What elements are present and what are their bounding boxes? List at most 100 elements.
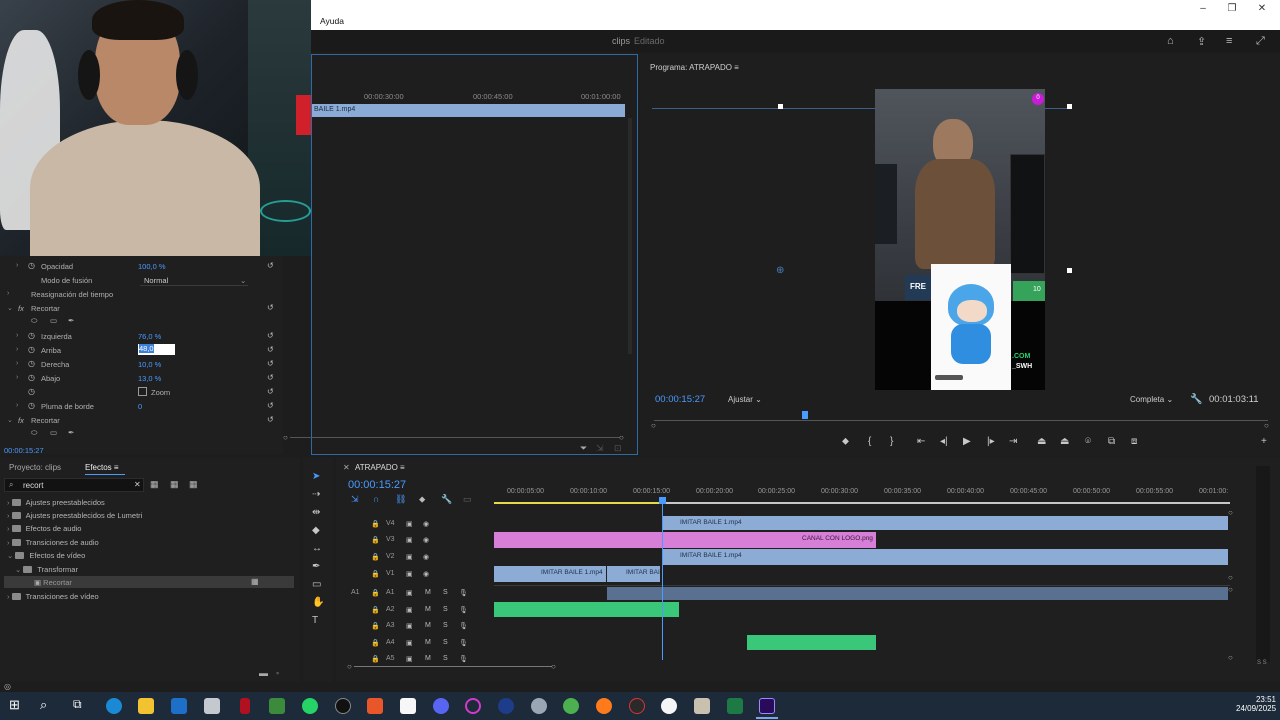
app-ring-icon[interactable] [465,698,481,714]
reset-icon[interactable]: ↺ [267,359,274,368]
menu-icon[interactable]: ≡ [1226,35,1232,47]
camera-icon[interactable]: ⌾ [1085,436,1091,447]
program-timecode[interactable]: 00:00:15:27 [655,394,705,405]
lock-icon[interactable]: 🔒 [371,520,380,528]
ellipse-mask-icon[interactable]: ⬭ [31,316,37,326]
share-icon[interactable]: ⇪ [1197,35,1206,48]
tree-item[interactable]: › Transiciones de vídeo [7,592,99,601]
chevron-right-icon[interactable]: › [16,262,18,269]
sync-lock-icon[interactable]: ▣ [406,536,413,544]
reset-icon[interactable]: ↺ [267,401,274,410]
track-select-icon[interactable]: ⇢ [312,489,320,500]
mute-button[interactable]: M [425,606,431,613]
discord-icon[interactable] [433,698,449,714]
blend-mode-select[interactable]: Normal [144,276,168,285]
app-tan-icon[interactable] [694,698,710,714]
trash-icon[interactable]: ▪ [276,668,279,678]
transform-handle[interactable] [778,104,783,109]
mute-button[interactable]: M [425,622,431,629]
app-red-icon[interactable] [240,698,250,714]
solo-button[interactable]: S [443,639,448,646]
tree-item[interactable]: › Ajustes preestablecidos [7,498,105,507]
clip-v2[interactable]: IMITAR BAILE 1.mp4 [662,549,1228,565]
clip-a4[interactable] [747,635,876,650]
obs-icon[interactable] [629,698,645,714]
scroll-handle-icon[interactable]: ○ [619,433,624,442]
minecraft-icon[interactable] [269,698,285,714]
rectangle-mask-icon[interactable]: ▭ [50,428,57,437]
app-icon[interactable] [204,698,220,714]
rectangle-mask-icon[interactable]: ▭ [50,316,57,325]
sync-lock-icon[interactable]: ▣ [406,570,413,578]
capcut-icon[interactable] [335,698,351,714]
timeline-settings-icon[interactable]: 🔧 [441,494,452,505]
wrench-icon[interactable]: 🔧 [1190,394,1202,405]
solo-button[interactable]: S [443,655,448,662]
clip-v1-b[interactable]: IMITAR BAI [607,566,660,582]
stopwatch-icon[interactable]: ◷ [28,331,35,340]
solo-button[interactable]: S [443,589,448,596]
stopwatch-icon[interactable]: ◷ [28,345,35,354]
minimize-icon[interactable]: – [1195,3,1211,14]
reset-icon[interactable]: ↺ [267,345,274,354]
reset-icon[interactable]: ↺ [267,387,274,396]
compare-icon[interactable]: ⧉ [1108,436,1115,447]
source-scrollbar[interactable] [628,118,632,354]
tree-item-selected[interactable]: ▣ Recortar [34,578,72,587]
mic-icon[interactable]: 🎙 [459,589,468,597]
crop-left-value[interactable]: 76,0 % [138,332,161,341]
solo-button[interactable]: S [443,606,448,613]
crop-right-value[interactable]: 10,0 % [138,360,161,369]
chevron-down-icon[interactable]: ⌄ [7,416,13,424]
ellipse-mask-icon[interactable]: ⬭ [31,428,37,438]
sync-lock-icon[interactable]: ▣ [406,655,413,663]
scroll-handle-icon[interactable]: ○ [1228,585,1233,594]
clip-a2[interactable] [494,602,679,617]
home-icon[interactable]: ⌂ [1167,35,1174,47]
tree-item[interactable]: › Ajustes preestablecidos de Lumetri [7,511,142,520]
chevron-right-icon[interactable]: › [7,290,9,297]
lock-icon[interactable]: 🔒 [371,622,380,630]
chevron-down-icon[interactable]: ⌄ [240,276,246,285]
scroll-handle-icon[interactable]: ○ [1228,653,1233,662]
crop-bottom-value[interactable]: 13,0 % [138,374,161,383]
mute-button[interactable]: M [425,589,431,596]
timeline-timecode[interactable]: 00:00:15:27 [348,479,406,491]
playhead-handle[interactable] [659,497,666,504]
type-tool-icon[interactable]: T [312,615,318,626]
add-marker-icon[interactable]: ⬥ [419,494,425,505]
file-explorer-icon[interactable] [138,698,154,714]
32bit-effects-icon[interactable]: ▦ [170,479,179,490]
sync-lock-icon[interactable]: ▣ [406,639,413,647]
accelerated-effects-icon[interactable]: ▦ [150,479,159,490]
scroll-handle-icon[interactable]: ○ [651,421,656,430]
sync-lock-icon[interactable]: ▣ [406,606,413,614]
step-back-icon[interactable]: ◂| [940,436,948,447]
brave-icon[interactable] [367,698,383,714]
mute-button[interactable]: M [425,655,431,662]
search-icon[interactable]: ⌕ [40,697,47,713]
transform-handle[interactable] [1067,268,1072,273]
clip-v1-a[interactable]: IMITAR BAILE 1.mp4 [494,566,606,582]
hand-tool-icon[interactable]: ✋ [312,597,324,608]
clear-search-icon[interactable]: ✕ [134,480,141,489]
lock-icon[interactable]: 🔒 [371,639,380,647]
timeline-scrollbar[interactable] [354,666,552,667]
scroll-handle-icon[interactable]: ○ [283,433,288,442]
scroll-handle-icon[interactable]: ○ [1228,508,1233,517]
source-patch[interactable]: A1 [351,589,360,596]
reset-icon[interactable]: ↺ [267,261,274,270]
program-monitor-title[interactable]: Programa: ATRAPADO ≡ [650,63,739,72]
close-tab-icon[interactable]: ✕ [343,463,350,472]
clip-v4[interactable]: IMITAR BAILE 1.mp4 [662,516,1228,530]
app-blue-icon[interactable] [498,698,514,714]
restore-icon[interactable]: ❐ [1224,3,1240,14]
transform-handle[interactable] [1067,104,1072,109]
reset-icon[interactable]: ↺ [267,331,274,340]
close-icon[interactable]: ✕ [1254,3,1270,14]
reset-icon[interactable]: ↺ [267,415,274,424]
settings-icon[interactable]: ⊡ [614,443,622,454]
chevron-down-icon[interactable]: ⌄ [7,304,13,312]
menu-help[interactable]: Ayuda [320,16,344,26]
zoom-checkbox[interactable] [138,387,147,396]
